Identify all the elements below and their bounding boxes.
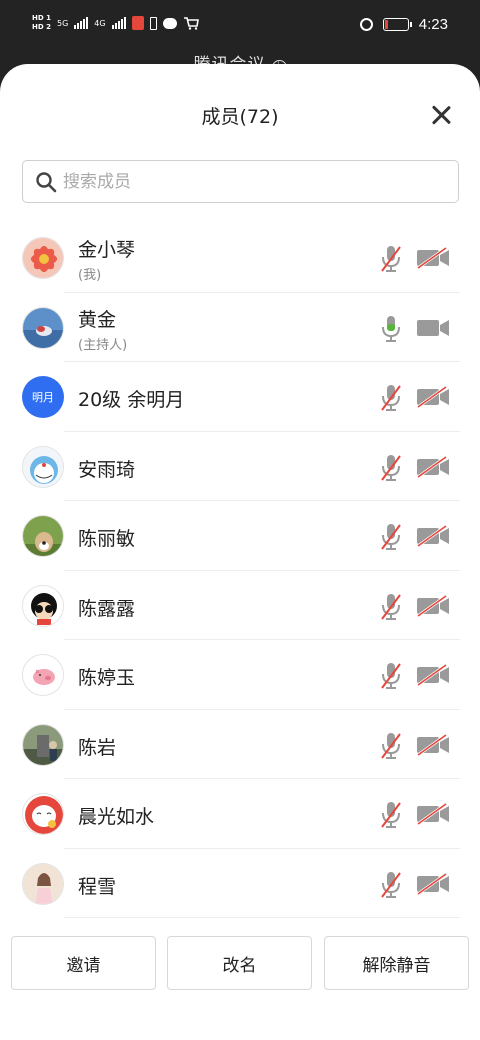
avatar — [22, 306, 64, 349]
mic-icon[interactable] — [380, 315, 402, 343]
members-sheet: 成员(72) 金小琴 (我) 黄金 (主持人) 明月 20级 余明月安雨琦陈丽敏陈露露陈婷… — [0, 64, 480, 1040]
mic-muted-icon[interactable] — [380, 384, 402, 412]
member-row[interactable]: 金小琴 (我) — [0, 223, 480, 293]
member-list: 金小琴 (我) 黄金 (主持人) 明月 20级 余明月 安雨琦陈丽敏陈露露陈婷玉陈岩晨光如水… — [0, 223, 480, 918]
clock: 4:23 — [418, 16, 448, 33]
sheet-title: 成员(72) — [201, 106, 279, 128]
camera-off-icon[interactable] — [416, 664, 450, 686]
sheet-header: 成员(72) — [0, 64, 480, 168]
divider — [64, 917, 460, 918]
close-icon[interactable] — [428, 102, 454, 128]
camera-off-icon[interactable] — [416, 455, 450, 478]
avatar — [22, 793, 64, 835]
member-row[interactable]: 程雪 — [0, 849, 480, 918]
member-row[interactable]: 黄金 (主持人) — [0, 293, 480, 362]
chat-icon — [162, 17, 177, 29]
camera-off-icon[interactable] — [416, 872, 450, 895]
avatar — [22, 723, 64, 766]
member-name: 陈丽敏 — [78, 528, 136, 550]
member-name: 黄金 — [78, 308, 117, 331]
mic-muted-icon[interactable] — [380, 871, 402, 899]
search-box[interactable] — [22, 160, 459, 203]
mic-muted-icon[interactable] — [380, 454, 402, 482]
signal-icon-2 — [111, 17, 126, 29]
member-name: 安雨琦 — [78, 458, 136, 481]
member-role: (我) — [78, 268, 102, 283]
avatar — [22, 237, 64, 279]
member-row[interactable]: 陈岩 — [0, 710, 480, 779]
member-row[interactable]: 陈露露 — [0, 571, 480, 640]
network-5g-label: 5G — [56, 18, 69, 28]
member-row[interactable]: 晨光如水 — [0, 779, 480, 849]
rename-button[interactable]: 改名 — [167, 936, 312, 990]
footer-actions: 邀请 改名 解除静音 — [0, 936, 480, 992]
search-icon — [36, 171, 57, 192]
hd1-label: HD 1 — [32, 14, 51, 22]
member-row[interactable]: 明月 20级 余明月 — [0, 362, 480, 432]
camera-off-icon[interactable] — [416, 525, 450, 547]
invite-button[interactable]: 邀请 — [11, 936, 156, 990]
camera-off-icon[interactable] — [416, 594, 450, 617]
member-name: 陈婷玉 — [78, 667, 136, 689]
network-4g-label: 4G — [94, 18, 106, 28]
camera-off-icon[interactable] — [416, 247, 450, 269]
status-bar: HD 1 HD 2 5G 4G 4:23 — [0, 0, 480, 52]
battery-icon — [382, 18, 412, 31]
mic-muted-icon[interactable] — [380, 732, 402, 760]
member-name: 20级 余明月 — [78, 389, 185, 411]
member-name: 金小琴 — [78, 239, 136, 261]
member-row[interactable]: 陈婷玉 — [0, 640, 480, 710]
member-name: 陈岩 — [78, 736, 117, 759]
camera-off-icon[interactable] — [416, 386, 450, 408]
avatar: 明月 — [22, 376, 64, 418]
mic-muted-icon[interactable] — [380, 523, 402, 551]
mic-muted-icon[interactable] — [380, 593, 402, 621]
avatar — [22, 515, 64, 557]
avatar — [22, 584, 64, 627]
member-row[interactable]: 陈丽敏 — [0, 501, 480, 571]
member-role: (主持人) — [78, 337, 128, 353]
mic-muted-icon[interactable] — [380, 801, 402, 829]
avatar — [22, 862, 64, 905]
signal-icon — [74, 17, 89, 29]
alarm-icon — [359, 18, 373, 31]
hd-indicator: HD 1 HD 2 — [32, 14, 51, 32]
member-name: 晨光如水 — [78, 806, 155, 828]
avatar — [22, 654, 64, 696]
camera-off-icon[interactable] — [416, 803, 450, 825]
member-name: 陈露露 — [78, 597, 136, 620]
cart-icon — [183, 17, 199, 30]
unmute-all-button[interactable]: 解除静音 — [324, 936, 469, 990]
member-name: 程雪 — [78, 875, 117, 898]
battery-saver-icon — [149, 16, 157, 30]
camera-off-icon[interactable] — [416, 733, 450, 756]
avatar — [22, 445, 64, 488]
member-row[interactable]: 安雨琦 — [0, 432, 480, 501]
avatar-initials: 明月 — [32, 391, 54, 404]
hd2-label: HD 2 — [32, 23, 51, 31]
mic-muted-icon[interactable] — [380, 245, 402, 273]
mic-muted-icon[interactable] — [380, 662, 402, 690]
camera-icon[interactable] — [416, 317, 450, 339]
recording-icon — [131, 16, 144, 30]
search-input[interactable] — [63, 171, 423, 192]
